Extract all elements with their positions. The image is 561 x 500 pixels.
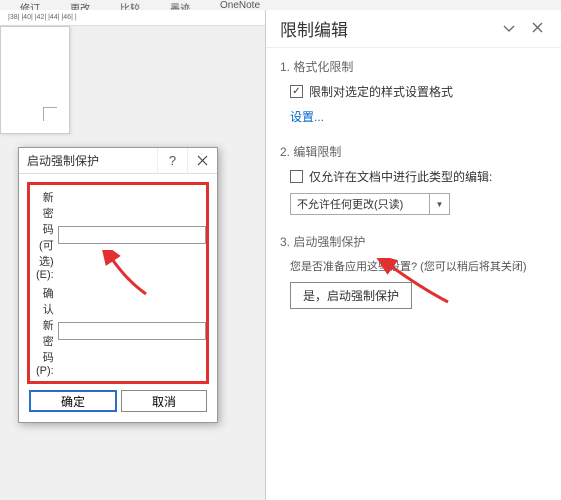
confirm-password-field[interactable] [58,322,206,340]
confirm-password-label: 确认新密码(P): [36,285,54,377]
section-formatting: 1. 格式化限制 限制对选定的样式设置格式 设置... [280,58,547,125]
start-protection-button[interactable]: 是，启动强制保护 [290,282,412,309]
formatting-checkbox-label: 限制对选定的样式设置格式 [309,83,453,100]
settings-link[interactable]: 设置... [290,110,324,124]
help-button[interactable]: ? [157,148,187,174]
document-page[interactable] [0,26,70,134]
close-panel-icon[interactable] [527,21,547,36]
formatting-checkbox[interactable] [290,85,303,98]
ribbon-tabs: 修订 更改 比较 墨迹 OneNote [0,0,561,10]
cancel-button[interactable]: 取消 [121,390,207,412]
highlight-box: 新密码(可选)(E): 确认新密码(P): [27,182,209,384]
panel-header: 限制编辑 [266,10,561,48]
section-2-title: 2. 编辑限制 [280,143,547,160]
tab-revision[interactable]: 修订 [20,0,40,10]
section-editing: 2. 编辑限制 仅允许在文档中进行此类型的编辑: 不允许任何更改(只读) ▼ [280,143,547,215]
restrict-editing-panel: 限制编辑 1. 格式化限制 限制对选定的样式设置格式 设置... 2. 编辑限制 [265,10,561,500]
ruler: |38| |40| |42| |44| |46| | [0,10,265,26]
tab-ink[interactable]: 墨迹 [170,0,190,10]
section-1-title: 1. 格式化限制 [280,58,547,75]
ruler-marks: |38| |40| |42| |44| |46| | [8,14,77,21]
dialog-body: 新密码(可选)(E): 确认新密码(P): 确定 取消 [19,174,217,422]
panel-title: 限制编辑 [280,16,491,41]
panel-body: 1. 格式化限制 限制对选定的样式设置格式 设置... 2. 编辑限制 仅允许在… [266,48,561,337]
tab-changes[interactable]: 更改 [70,0,90,10]
chevron-down-icon: ▼ [429,194,449,214]
editing-type-dropdown[interactable]: 不允许任何更改(只读) ▼ [290,193,450,215]
ok-button[interactable]: 确定 [29,390,117,412]
dropdown-value: 不允许任何更改(只读) [291,196,429,212]
dialog-title: 启动强制保护 [27,152,157,169]
new-password-field[interactable] [58,226,206,244]
chevron-down-icon[interactable] [499,21,519,36]
dialog-titlebar: 启动强制保护 ? [19,148,217,174]
protection-question: 您是否准备应用这些设置? (您可以稍后将其关闭) [290,258,547,274]
editing-checkbox[interactable] [290,170,303,183]
section-3-title: 3. 启动强制保护 [280,233,547,250]
start-protection-dialog: 启动强制保护 ? 新密码(可选)(E): 确认新密码(P): 确定 取消 [18,147,218,423]
tab-onenote[interactable]: OneNote [220,0,260,10]
crop-mark-icon [43,107,57,121]
section-protection: 3. 启动强制保护 您是否准备应用这些设置? (您可以稍后将其关闭) 是，启动强… [280,233,547,309]
close-icon[interactable] [187,148,217,174]
new-password-label: 新密码(可选)(E): [36,189,54,281]
tab-compare[interactable]: 比较 [120,0,140,10]
editing-checkbox-label: 仅允许在文档中进行此类型的编辑: [309,168,492,185]
